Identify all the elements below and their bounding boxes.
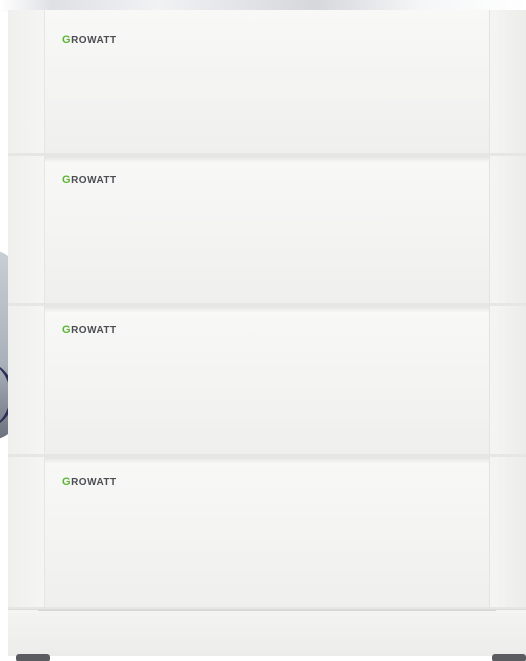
battery-module-2: GROWATT <box>8 156 526 306</box>
growatt-logo: GROWATT <box>62 324 117 336</box>
battery-base <box>8 609 526 661</box>
logo-letter-g: G <box>62 174 72 186</box>
right-foot <box>492 654 526 661</box>
battery-module-3: GROWATT <box>8 306 526 457</box>
logo-letter-g: G <box>62 34 72 46</box>
growatt-logo: GROWATT <box>62 476 117 488</box>
logo-text: ROWATT <box>71 35 117 46</box>
growatt-logo: GROWATT <box>62 174 117 186</box>
logo-text: ROWATT <box>71 175 117 186</box>
logo-text: ROWATT <box>71 477 117 488</box>
battery-module-1: GROWATT <box>8 10 526 156</box>
battery-stack: GROWATT GROWATT GROWATT GROWATT <box>8 10 526 661</box>
product-photo: GROWATT GROWATT GROWATT GROWATT <box>0 0 526 661</box>
logo-text: ROWATT <box>71 325 117 336</box>
logo-letter-g: G <box>62 324 72 336</box>
battery-module-4: GROWATT <box>8 457 526 610</box>
logo-letter-g: G <box>62 476 72 488</box>
growatt-logo: GROWATT <box>62 34 117 46</box>
left-foot <box>16 654 50 661</box>
